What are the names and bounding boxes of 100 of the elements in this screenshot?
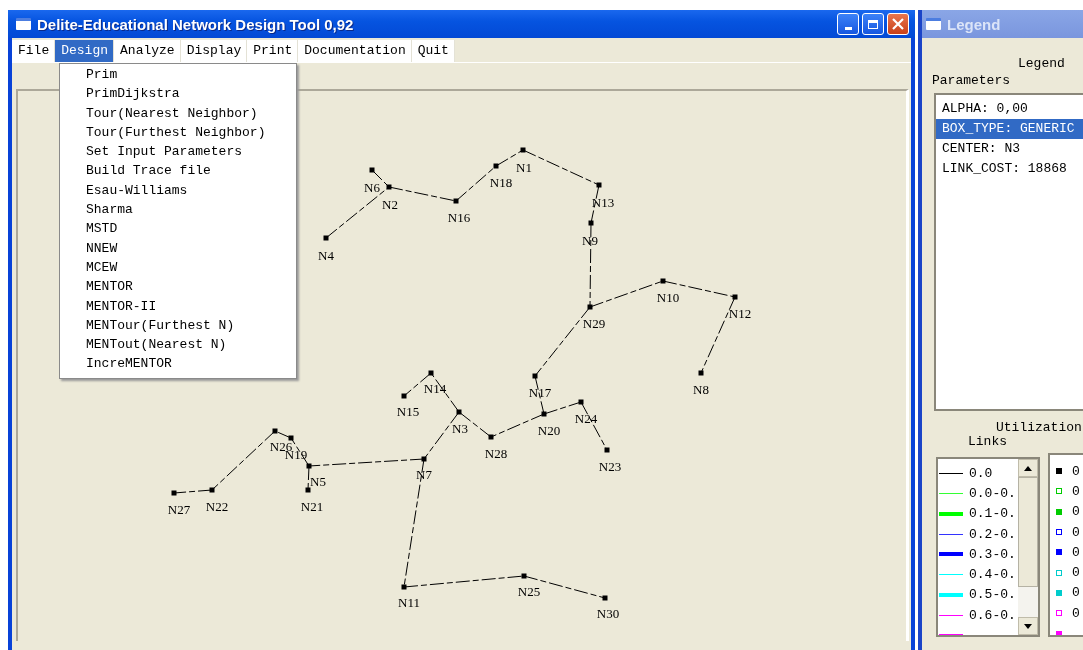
node-label: N9 — [582, 233, 598, 248]
node-marker — [588, 220, 594, 226]
legend-label: 0.6-0. — [969, 607, 1016, 623]
node-label: N18 — [489, 175, 513, 190]
node-marker — [288, 435, 294, 441]
menu-item[interactable]: Documentation — [298, 40, 412, 62]
node-marker — [578, 399, 584, 405]
menu-item[interactable]: Esau-Williams — [60, 180, 296, 201]
legend-label: 0.5-0. — [969, 587, 1016, 603]
maximize-button[interactable] — [862, 13, 884, 35]
node-label: N27 — [167, 502, 191, 517]
node-label: N11 — [398, 595, 420, 610]
list-item[interactable]: LINK_COST: 18868 — [936, 159, 1083, 179]
node-marker — [306, 463, 312, 469]
menu-item[interactable]: MSTD — [60, 219, 296, 239]
parameters-label: Parameters — [932, 72, 1011, 89]
node-label: N17 — [528, 385, 552, 400]
node-marker — [323, 235, 329, 241]
window-title: Delite-Educational Network Design Tool 0,92 — [37, 15, 354, 33]
node-label: N20 — [537, 423, 561, 438]
node-marker — [604, 447, 610, 453]
legend-label: 0.0-0. — [969, 485, 1016, 501]
menu-item[interactable]: Quit — [411, 40, 455, 62]
node-marker — [428, 370, 434, 376]
menu-item[interactable]: NNEW — [60, 238, 296, 258]
menu-item[interactable]: MENTOR-II — [60, 296, 296, 316]
minimize-button[interactable] — [837, 13, 859, 35]
node-label: N28 — [484, 446, 508, 461]
menu-item[interactable]: Sharma — [60, 200, 296, 220]
node-marker — [520, 147, 526, 153]
node-marker — [369, 167, 375, 173]
menu-item[interactable]: MENTour(Furthest N) — [60, 315, 296, 336]
node-label: N23 — [598, 459, 622, 474]
menu-item[interactable]: MENTout(Nearest N) — [60, 335, 296, 355]
node-marker — [401, 393, 407, 399]
menu-item[interactable]: Tour(Furthest Neighbor) — [60, 122, 296, 143]
node-label: N24 — [574, 411, 598, 426]
scroll-up-button[interactable] — [1018, 459, 1038, 477]
node-label: N6 — [364, 180, 380, 195]
node-label: N16 — [447, 210, 471, 225]
node-label: N2 — [382, 197, 398, 212]
menu-item[interactable]: Design — [55, 40, 115, 62]
node-marker — [488, 434, 494, 440]
legend-heading: Legend — [1017, 56, 1066, 72]
menu-item[interactable]: Build Trace file — [60, 161, 296, 181]
node-marker — [596, 182, 602, 188]
menu-item[interactable]: IncreMENTOR — [60, 354, 296, 374]
node-label: N25 — [517, 584, 541, 599]
legend-label: 0 — [1072, 524, 1080, 540]
menu-item[interactable]: MENTOR — [60, 277, 296, 297]
menu-item[interactable]: Prim — [60, 65, 296, 85]
node-label: N3 — [452, 421, 468, 436]
node-marker — [698, 370, 704, 376]
legend-label: 0 — [1072, 463, 1080, 479]
menu-item[interactable]: MCEW — [60, 257, 296, 278]
menu-item[interactable]: Analyze — [114, 40, 181, 62]
node-label: N8 — [693, 382, 709, 397]
window-title: Legend — [947, 15, 1001, 33]
node-label: N13 — [591, 195, 615, 210]
node-label: N14 — [423, 381, 447, 396]
legend-label: 0.3-0. — [969, 546, 1016, 562]
scroll-thumb[interactable] — [1018, 477, 1038, 587]
node-label: N4 — [318, 248, 334, 263]
node-label: N5 — [310, 474, 326, 489]
scrollbar[interactable] — [1018, 459, 1038, 635]
menu-item[interactable]: Display — [180, 40, 248, 62]
menu-item[interactable]: Set Input Parameters — [60, 142, 296, 162]
menu-item[interactable]: File — [12, 40, 56, 62]
node-marker — [521, 573, 527, 579]
node-label: N12 — [728, 306, 752, 321]
node-label: N21 — [300, 499, 324, 514]
node-label: N10 — [656, 290, 680, 305]
node-marker — [532, 373, 538, 379]
legend-label: 0.2-0. — [969, 526, 1016, 542]
menu-item[interactable]: Print — [247, 40, 299, 62]
scroll-down-button[interactable] — [1018, 617, 1038, 635]
legend-label: 0 — [1072, 504, 1080, 520]
node-label: N15 — [396, 404, 420, 419]
close-icon[interactable] — [892, 18, 904, 30]
menu-item[interactable]: PrimDijkstra — [60, 84, 296, 104]
list-item[interactable]: ALPHA: 0,00 — [936, 99, 1083, 119]
node-marker — [401, 584, 407, 590]
close-button[interactable] — [887, 13, 909, 35]
window-icon — [926, 18, 941, 30]
menu-item[interactable]: Tour(Nearest Neighbor) — [60, 103, 296, 123]
node-marker — [493, 163, 499, 169]
node-label: N22 — [205, 499, 229, 514]
legend-label: 0 — [1072, 605, 1080, 621]
list-item[interactable]: BOX_TYPE: GENERIC — [936, 119, 1083, 139]
legend-label: 0.1-0. — [969, 506, 1016, 522]
node-marker — [660, 278, 666, 284]
up-arrow-icon[interactable] — [1024, 465, 1032, 471]
legend-label: 0 — [1072, 565, 1080, 581]
node-marker — [171, 490, 177, 496]
window-icon — [16, 18, 31, 30]
down-arrow-icon[interactable] — [1024, 623, 1032, 629]
node-label: N7 — [416, 467, 432, 482]
utilization-label: Utilization — [996, 421, 1083, 435]
legend-label: 0 — [1072, 483, 1080, 499]
list-item[interactable]: CENTER: N3 — [936, 139, 1083, 159]
